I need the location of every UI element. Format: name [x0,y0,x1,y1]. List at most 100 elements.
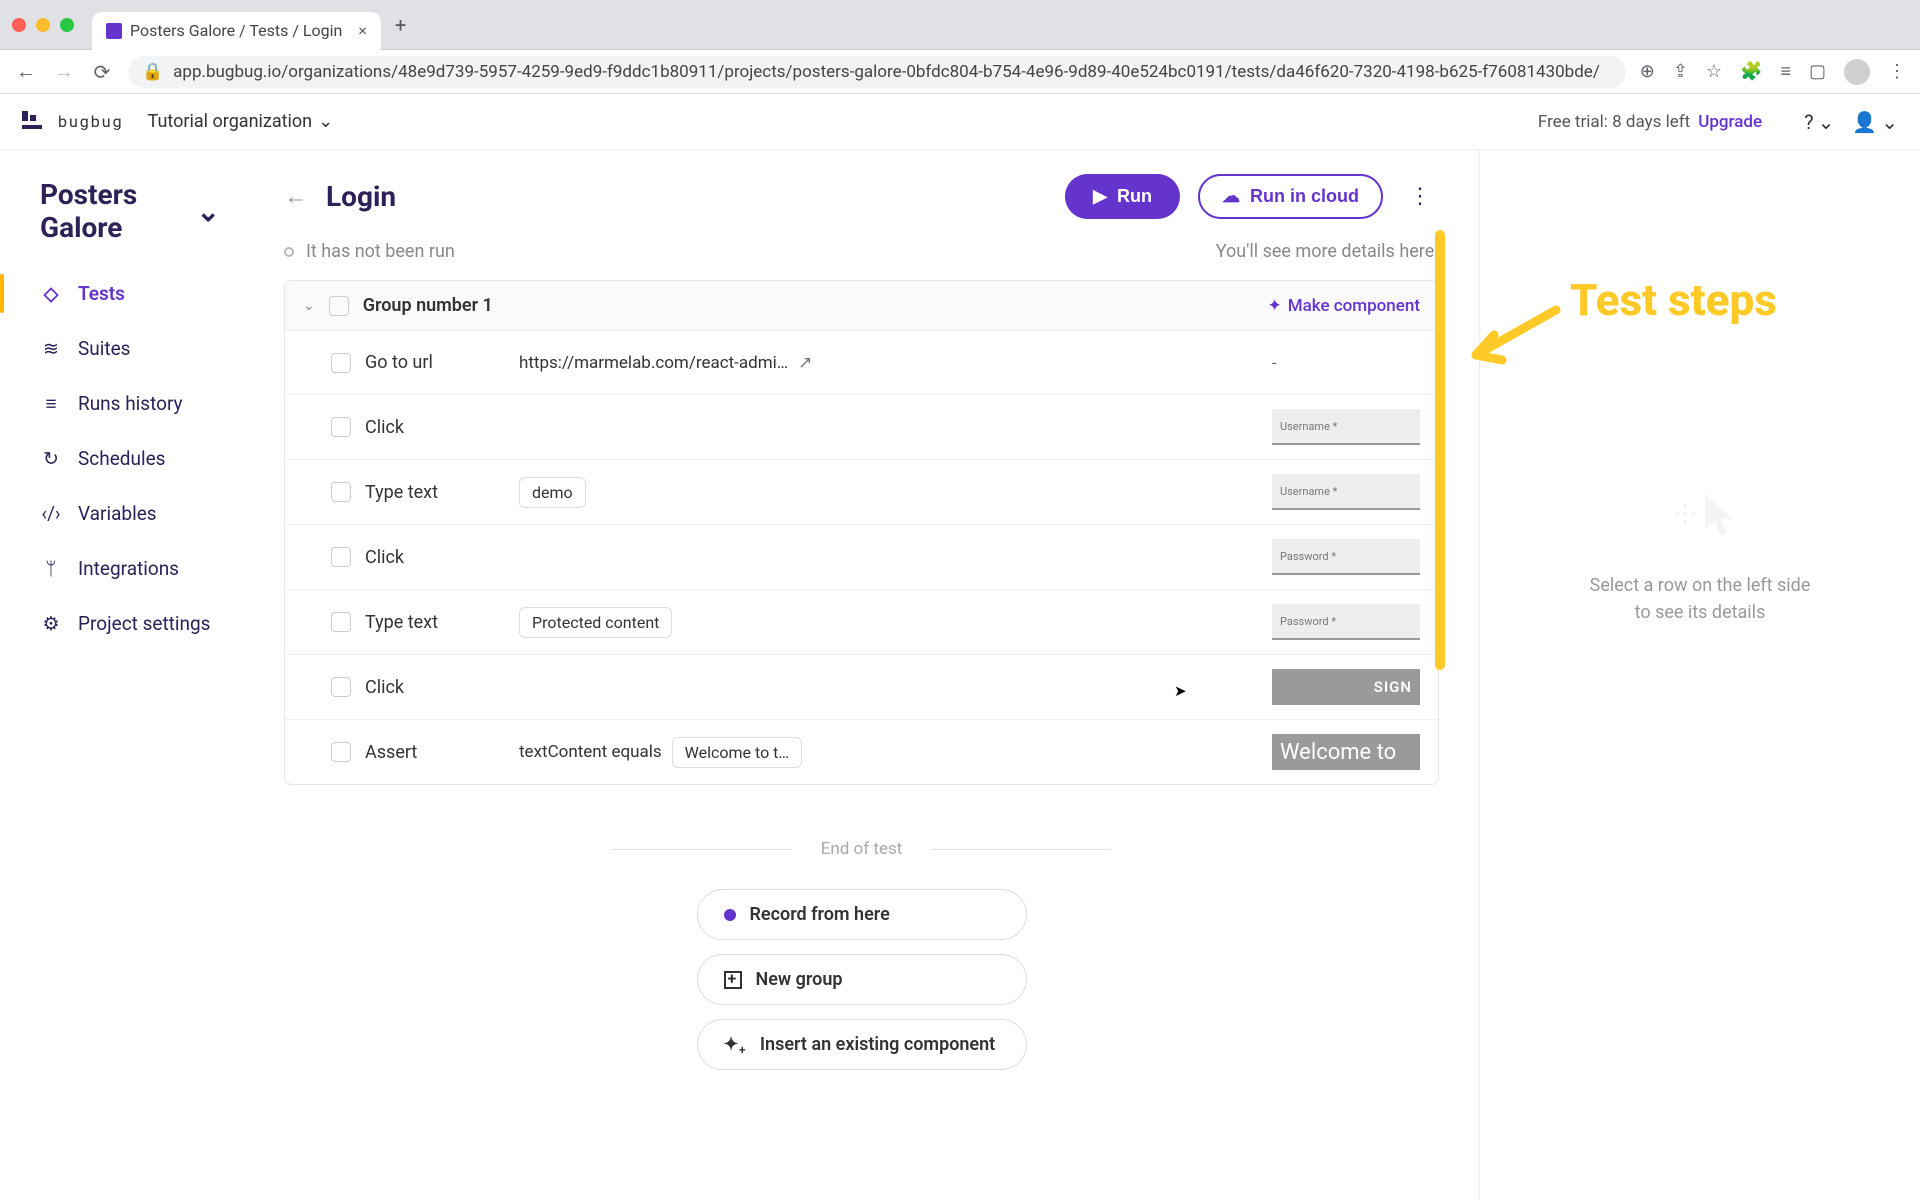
sidebar-item-variables[interactable]: ‹/› Variables [0,486,260,541]
bookmark-icon[interactable]: ☆ [1706,61,1722,82]
share-icon[interactable]: ⇪ [1673,61,1688,82]
zoom-icon[interactable]: ⊕ [1640,61,1655,82]
step-row-click[interactable]: Click Password * [285,525,1438,590]
code-icon: ‹/› [40,503,62,525]
trial-status: Free trial: 8 days left [1538,112,1690,132]
extensions-icon[interactable]: 🧩 [1740,61,1762,82]
new-group-button[interactable]: New group [697,954,1027,1005]
step-checkbox[interactable] [331,353,351,373]
step-row-click[interactable]: Click SIGN [285,655,1438,720]
step-row-type-text[interactable]: Type text demo Username * [285,460,1438,525]
profile-avatar-icon[interactable] [1844,59,1870,85]
record-dot-icon [724,909,736,921]
address-bar[interactable]: 🔒 app.bugbug.io/organizations/48e9d739-5… [128,56,1626,88]
help-button[interactable]: ?⌄ [1804,110,1834,134]
help-icon: ? [1804,110,1813,134]
reading-list-icon[interactable]: ≡ [1780,61,1791,82]
element-preview: Password * [1272,539,1420,575]
tab-title: Posters Galore / Tests / Login [130,21,342,40]
step-row-click[interactable]: Click Username * [285,395,1438,460]
chevron-down-icon: ⌄ [318,111,333,132]
sidebar-item-suites[interactable]: ≋ Suites [0,321,260,376]
step-row-type-text[interactable]: Type text Protected content Password * [285,590,1438,655]
sidebar-item-runs-history[interactable]: ≡ Runs history [0,376,260,431]
new-group-label: New group [756,969,843,990]
window-controls [12,18,74,32]
step-action: Go to url [365,352,505,373]
step-detail: https://marmelab.com/react-admi… ↗ [519,353,1258,373]
sidebar-item-integrations[interactable]: ᛘ Integrations [0,541,260,596]
org-name: Tutorial organization [148,111,313,132]
sidebar-item-label: Integrations [78,557,179,580]
sidebar-item-schedules[interactable]: ↻ Schedules [0,431,260,486]
lock-icon: 🔒 [142,62,163,82]
element-preview: Password * [1272,604,1420,640]
step-checkbox[interactable] [331,677,351,697]
step-checkbox[interactable] [331,612,351,632]
menu-icon[interactable]: ⋮ [1888,61,1906,82]
gear-icon: ⚙ [40,613,62,635]
insert-component-button[interactable]: ✦₊ Insert an existing component [697,1019,1027,1070]
logo[interactable]: bugbug [22,111,124,133]
back-icon[interactable]: ← [14,59,38,84]
value-chip: Welcome to t… [672,737,802,768]
minimize-window-icon[interactable] [36,18,50,32]
panel-icon[interactable]: ▢ [1809,61,1826,82]
reload-icon[interactable]: ⟳ [90,60,114,84]
browser-tab[interactable]: Posters Galore / Tests / Login × [92,12,381,50]
sidebar-item-tests[interactable]: ◇ Tests [0,266,260,321]
step-action: Type text [365,612,505,633]
element-preview: SIGN [1272,669,1420,705]
empty-state-line1: Select a row on the left side [1510,572,1890,599]
run-button[interactable]: ▶ Run [1065,174,1180,219]
sidebar-item-project-settings[interactable]: ⚙ Project settings [0,596,260,651]
empty-state: Select a row on the left side to see its… [1510,484,1890,626]
org-switcher[interactable]: Tutorial organization ⌄ [148,111,334,132]
details-hint: You'll see more details here. [1216,241,1439,262]
sparkle-icon: ✦ [1267,296,1281,316]
step-row-goto-url[interactable]: Go to url https://marmelab.com/react-adm… [285,331,1438,395]
sidebar-item-label: Project settings [78,612,210,635]
list-icon: ≡ [40,393,62,415]
step-action: Click [365,417,505,438]
run-cloud-label: Run in cloud [1250,186,1359,207]
maximize-window-icon[interactable] [60,18,74,32]
new-tab-button[interactable]: + [395,13,406,37]
close-window-icon[interactable] [12,18,26,32]
add-group-icon [724,971,742,989]
app-body: Posters Galore ⌄ ◇ Tests ≋ Suites ≡ Runs… [0,150,1920,1200]
forward-icon[interactable]: → [52,59,76,84]
step-checkbox[interactable] [331,417,351,437]
group-header[interactable]: ⌄ Group number 1 ✦ Make component [285,281,1438,331]
play-icon: ▶ [1093,186,1107,207]
empty-state-line2: to see its details [1510,599,1890,626]
step-checkbox[interactable] [331,547,351,567]
run-in-cloud-button[interactable]: ☁ Run in cloud [1198,174,1383,219]
step-checkbox[interactable] [331,742,351,762]
chevron-down-icon: ⌄ [1881,110,1898,134]
assert-prefix: textContent equals [519,742,662,762]
step-row-assert[interactable]: Assert textContent equals Welcome to t… … [285,720,1438,784]
account-button[interactable]: 👤⌄ [1852,110,1898,134]
group-checkbox[interactable] [329,296,349,316]
make-component-button[interactable]: ✦ Make component [1267,296,1420,316]
cloud-icon: ☁ [1222,186,1240,207]
upgrade-link[interactable]: Upgrade [1698,112,1762,132]
step-action: Click [365,677,505,698]
group-title: Group number 1 [363,295,493,316]
external-link-icon[interactable]: ↗ [798,353,812,373]
page-title-row: ← Login ▶ Run ☁ Run in cloud ⋮ [284,174,1439,219]
more-menu-button[interactable]: ⋮ [1401,184,1439,209]
step-checkbox[interactable] [331,482,351,502]
sparkle-plus-icon: ✦₊ [724,1034,746,1055]
app-header: bugbug Tutorial organization ⌄ Free tria… [0,94,1920,150]
toolbar-right: ⊕ ⇪ ☆ 🧩 ≡ ▢ ⋮ [1640,59,1906,85]
project-switcher[interactable]: Posters Galore ⌄ [0,178,260,266]
end-of-test-label: End of test [284,839,1439,859]
back-arrow-icon[interactable]: ← [284,182,308,211]
element-preview: Welcome to [1272,734,1420,770]
record-from-here-button[interactable]: Record from here [697,889,1027,940]
chevron-down-icon[interactable]: ⌄ [303,298,315,314]
close-tab-icon[interactable]: × [358,21,367,40]
sidebar-item-label: Schedules [78,447,165,470]
